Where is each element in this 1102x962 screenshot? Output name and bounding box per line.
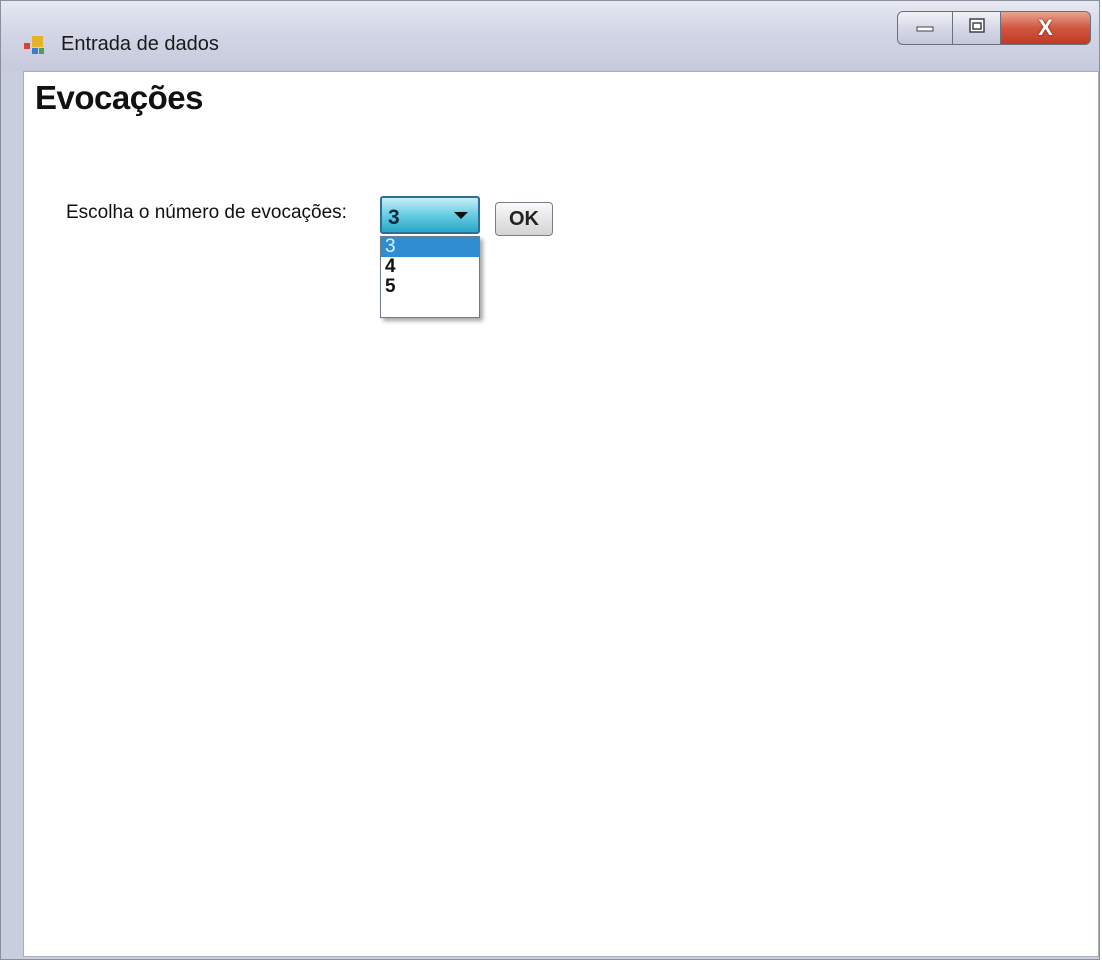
- chevron-down-icon: [454, 212, 468, 219]
- window-title: Entrada de dados: [61, 33, 219, 55]
- maximize-icon: [967, 17, 987, 40]
- dropdown-option-4[interactable]: 4: [381, 257, 479, 277]
- minimize-button[interactable]: [897, 11, 953, 45]
- maximize-button[interactable]: [953, 11, 1001, 45]
- title-bar[interactable]: Entrada de dados X: [1, 1, 1099, 71]
- app-window-icon: [23, 34, 45, 56]
- close-button[interactable]: X: [1001, 11, 1091, 45]
- close-icon: X: [1038, 15, 1053, 40]
- form-client-area: Evocações Escolha o número de evocações:…: [23, 71, 1099, 957]
- ok-button[interactable]: OK: [495, 202, 553, 236]
- window-controls: X: [897, 11, 1091, 45]
- evocations-count-select[interactable]: 3: [380, 196, 480, 234]
- app-window: Entrada de dados X Evocações Escolha o n…: [0, 0, 1100, 960]
- evocations-count-label: Escolha o número de evocações:: [66, 202, 347, 223]
- minimize-icon: [914, 19, 936, 38]
- select-dropdown-list: 3 4 5: [380, 236, 480, 318]
- select-current-value: 3: [388, 206, 400, 229]
- dropdown-option-3[interactable]: 3: [381, 237, 479, 257]
- dropdown-option-5[interactable]: 5: [381, 277, 479, 297]
- page-title: Evocações: [35, 79, 203, 116]
